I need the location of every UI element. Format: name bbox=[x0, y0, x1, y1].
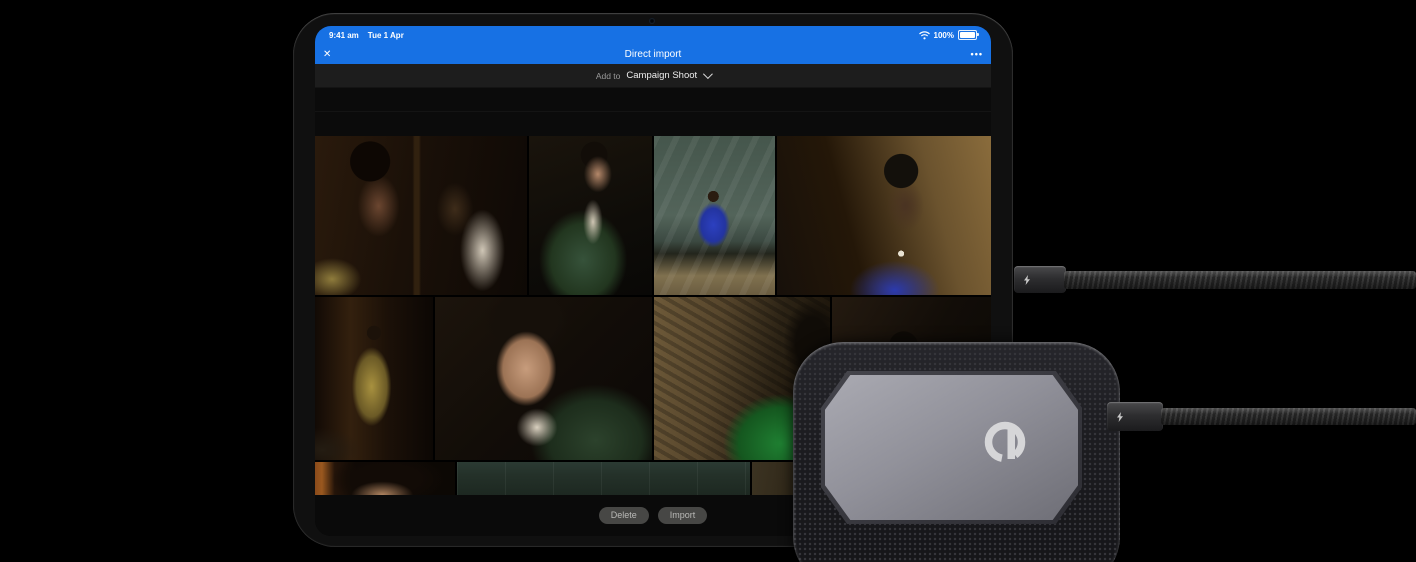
front-camera bbox=[649, 18, 655, 24]
delete-button[interactable]: Delete bbox=[598, 507, 649, 524]
usb-c-connector-ipad bbox=[1014, 266, 1066, 293]
page-title: Direct import bbox=[624, 48, 682, 60]
app-header: ✕ Direct import ••• bbox=[315, 44, 991, 64]
photo-thumbnail-r3c2[interactable] bbox=[457, 462, 750, 495]
photo-thumbnail-r1c3[interactable] bbox=[654, 136, 775, 295]
thunderbolt-icon bbox=[1024, 274, 1030, 285]
status-bar: 9:41 am Tue 1 Apr 100% bbox=[315, 26, 991, 44]
photo-thumbnail-r2c2[interactable] bbox=[435, 297, 652, 460]
photo-thumbnail-r3c1[interactable] bbox=[315, 462, 455, 495]
more-menu-button[interactable]: ••• bbox=[971, 49, 983, 59]
status-date: Tue 1 Apr bbox=[367, 30, 404, 40]
wifi-icon bbox=[918, 30, 930, 39]
battery-percent: 100% bbox=[933, 30, 954, 40]
battery-icon bbox=[958, 30, 979, 40]
g-drive-logo bbox=[984, 421, 1026, 463]
photo-thumbnail-r2c1[interactable] bbox=[315, 297, 433, 460]
add-to-label: Add to bbox=[595, 70, 621, 81]
status-time: 9:41 am bbox=[329, 30, 359, 40]
photo-thumbnail-r1c2[interactable] bbox=[529, 136, 652, 295]
drive-metal-plate bbox=[825, 375, 1078, 520]
thunderbolt-icon bbox=[1117, 411, 1123, 422]
usb-c-connector-drive bbox=[1107, 402, 1163, 431]
scene: 9:41 am Tue 1 Apr 100% ✕ Direct import •… bbox=[0, 0, 1416, 562]
add-to-bar[interactable]: Add to Campaign Shoot bbox=[315, 64, 991, 87]
chevron-down-icon bbox=[703, 69, 714, 80]
close-button[interactable]: ✕ bbox=[323, 49, 331, 60]
import-button[interactable]: Import bbox=[657, 507, 708, 524]
cable-to-drive bbox=[1161, 408, 1416, 425]
album-selector[interactable]: Campaign Shoot bbox=[626, 70, 697, 81]
photo-thumbnail-r1c4[interactable] bbox=[777, 136, 991, 295]
external-ssd-drive bbox=[793, 342, 1120, 562]
cable-to-ipad bbox=[1064, 271, 1416, 289]
photo-thumbnail-r1c1[interactable] bbox=[315, 136, 527, 295]
